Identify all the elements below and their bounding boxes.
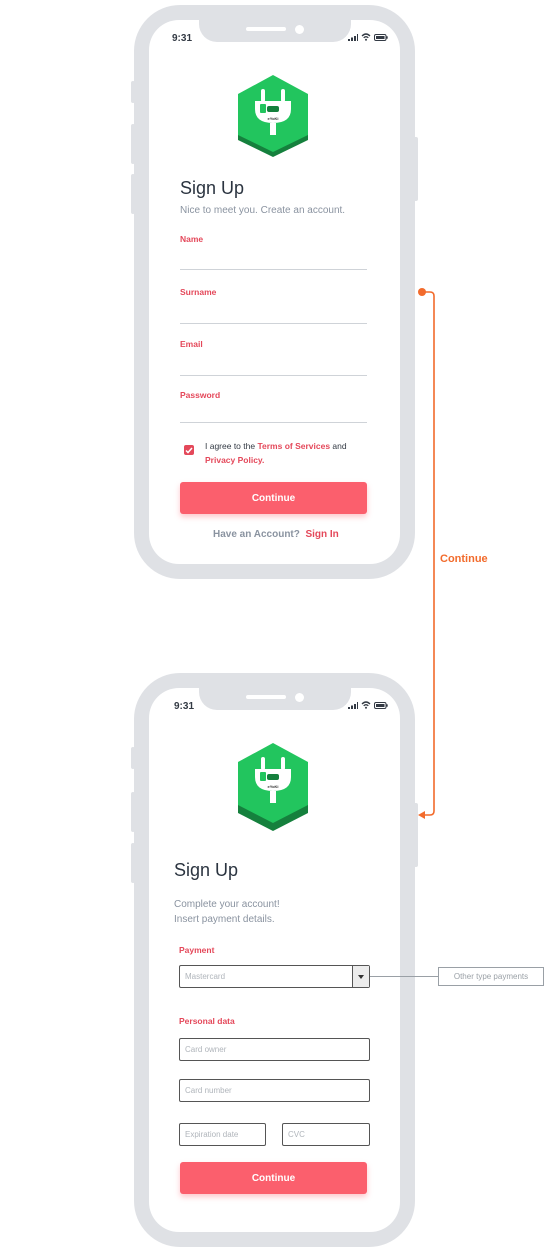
camera — [294, 25, 304, 34]
status-icons — [348, 701, 388, 709]
page-title: Sign Up — [174, 860, 239, 880]
plug-logo-icon: eYoKi — [238, 75, 308, 157]
app-logo: eYoKi — [236, 743, 310, 836]
status-time: 9:31 — [174, 701, 195, 712]
personal-data-label: Personal data — [179, 1016, 235, 1026]
flow-continue-label: Continue — [440, 553, 488, 565]
wifi-icon — [361, 33, 371, 41]
phone-notch — [198, 688, 351, 710]
phone-frame-2: 9:31 eYoKi Sign Up Complete your account… — [134, 673, 415, 1247]
logo-text: eYoKi — [267, 116, 278, 121]
cvc-input[interactable]: CVC — [282, 1123, 370, 1146]
agree-text: I agree to the Terms of Services and Pri… — [205, 439, 375, 467]
expiration-date-input[interactable]: Expiration date — [179, 1123, 266, 1146]
subtitle-line-2: Insert payment details. — [174, 914, 275, 925]
other-payments-annotation: Other type payments — [438, 967, 544, 986]
signup-screen-1: 9:31 eYoKi Sign Up Nice to meet you. Cre… — [149, 20, 400, 564]
signup-screen-2: 9:31 eYoKi Sign Up Complete your account… — [149, 688, 400, 1232]
flow-start-dot — [418, 288, 426, 296]
terms-link[interactable]: Terms of Services — [257, 441, 330, 451]
flow-arrowhead-icon — [418, 811, 425, 819]
card-owner-input[interactable]: Card owner — [179, 1038, 370, 1061]
name-field[interactable] — [180, 269, 367, 270]
annotation-connector-line — [370, 976, 439, 977]
speaker — [245, 695, 286, 699]
payment-select[interactable]: Mastercard — [179, 965, 370, 988]
sign-in-link[interactable]: Sign In — [305, 529, 338, 540]
status-time: 9:31 — [172, 33, 193, 44]
flow-line — [422, 291, 435, 816]
have-account-text: Have an Account? — [213, 529, 300, 540]
email-field[interactable] — [180, 375, 367, 376]
page-subtitle: Complete your account! Insert payment de… — [174, 897, 280, 927]
password-field[interactable] — [180, 422, 367, 423]
agree-and: and — [330, 441, 347, 451]
email-label: Email — [180, 339, 203, 349]
phone-frame-1: 9:31 eYoKi Sign Up Nice to meet you. Cre… — [134, 5, 415, 579]
surname-field[interactable] — [180, 323, 367, 324]
agree-checkbox[interactable] — [184, 445, 194, 455]
chevron-down-icon[interactable] — [352, 966, 369, 987]
payment-label: Payment — [179, 945, 215, 955]
app-logo: eYoKi — [236, 75, 310, 163]
speaker — [245, 27, 286, 31]
subtitle-line-1: Complete your account! — [174, 899, 280, 910]
signal-icon — [348, 701, 358, 709]
check-icon — [185, 447, 193, 454]
password-label: Password — [180, 390, 221, 400]
battery-icon — [374, 701, 388, 709]
payment-select-value: Mastercard — [185, 972, 226, 981]
continue-button[interactable]: Continue — [180, 1162, 367, 1194]
page-subtitle: Nice to meet you. Create an account. — [180, 205, 346, 216]
phone-notch — [198, 20, 351, 42]
continue-button[interactable]: Continue — [180, 482, 367, 514]
status-icons — [348, 33, 388, 41]
name-label: Name — [180, 234, 204, 244]
wifi-icon — [361, 701, 371, 709]
page-title: Sign Up — [180, 178, 245, 198]
privacy-link[interactable]: Privacy Policy. — [205, 455, 264, 465]
surname-label: Surname — [180, 287, 217, 297]
card-number-input[interactable]: Card number — [179, 1079, 370, 1102]
agree-prefix: I agree to the — [205, 441, 258, 451]
signal-icon — [348, 33, 358, 41]
plug-logo-icon: eYoKi — [238, 743, 308, 831]
battery-icon — [374, 33, 388, 41]
logo-text: eYoKi — [267, 784, 278, 789]
have-account-row: Have an Account? Sign In — [213, 529, 339, 540]
camera — [294, 693, 304, 702]
